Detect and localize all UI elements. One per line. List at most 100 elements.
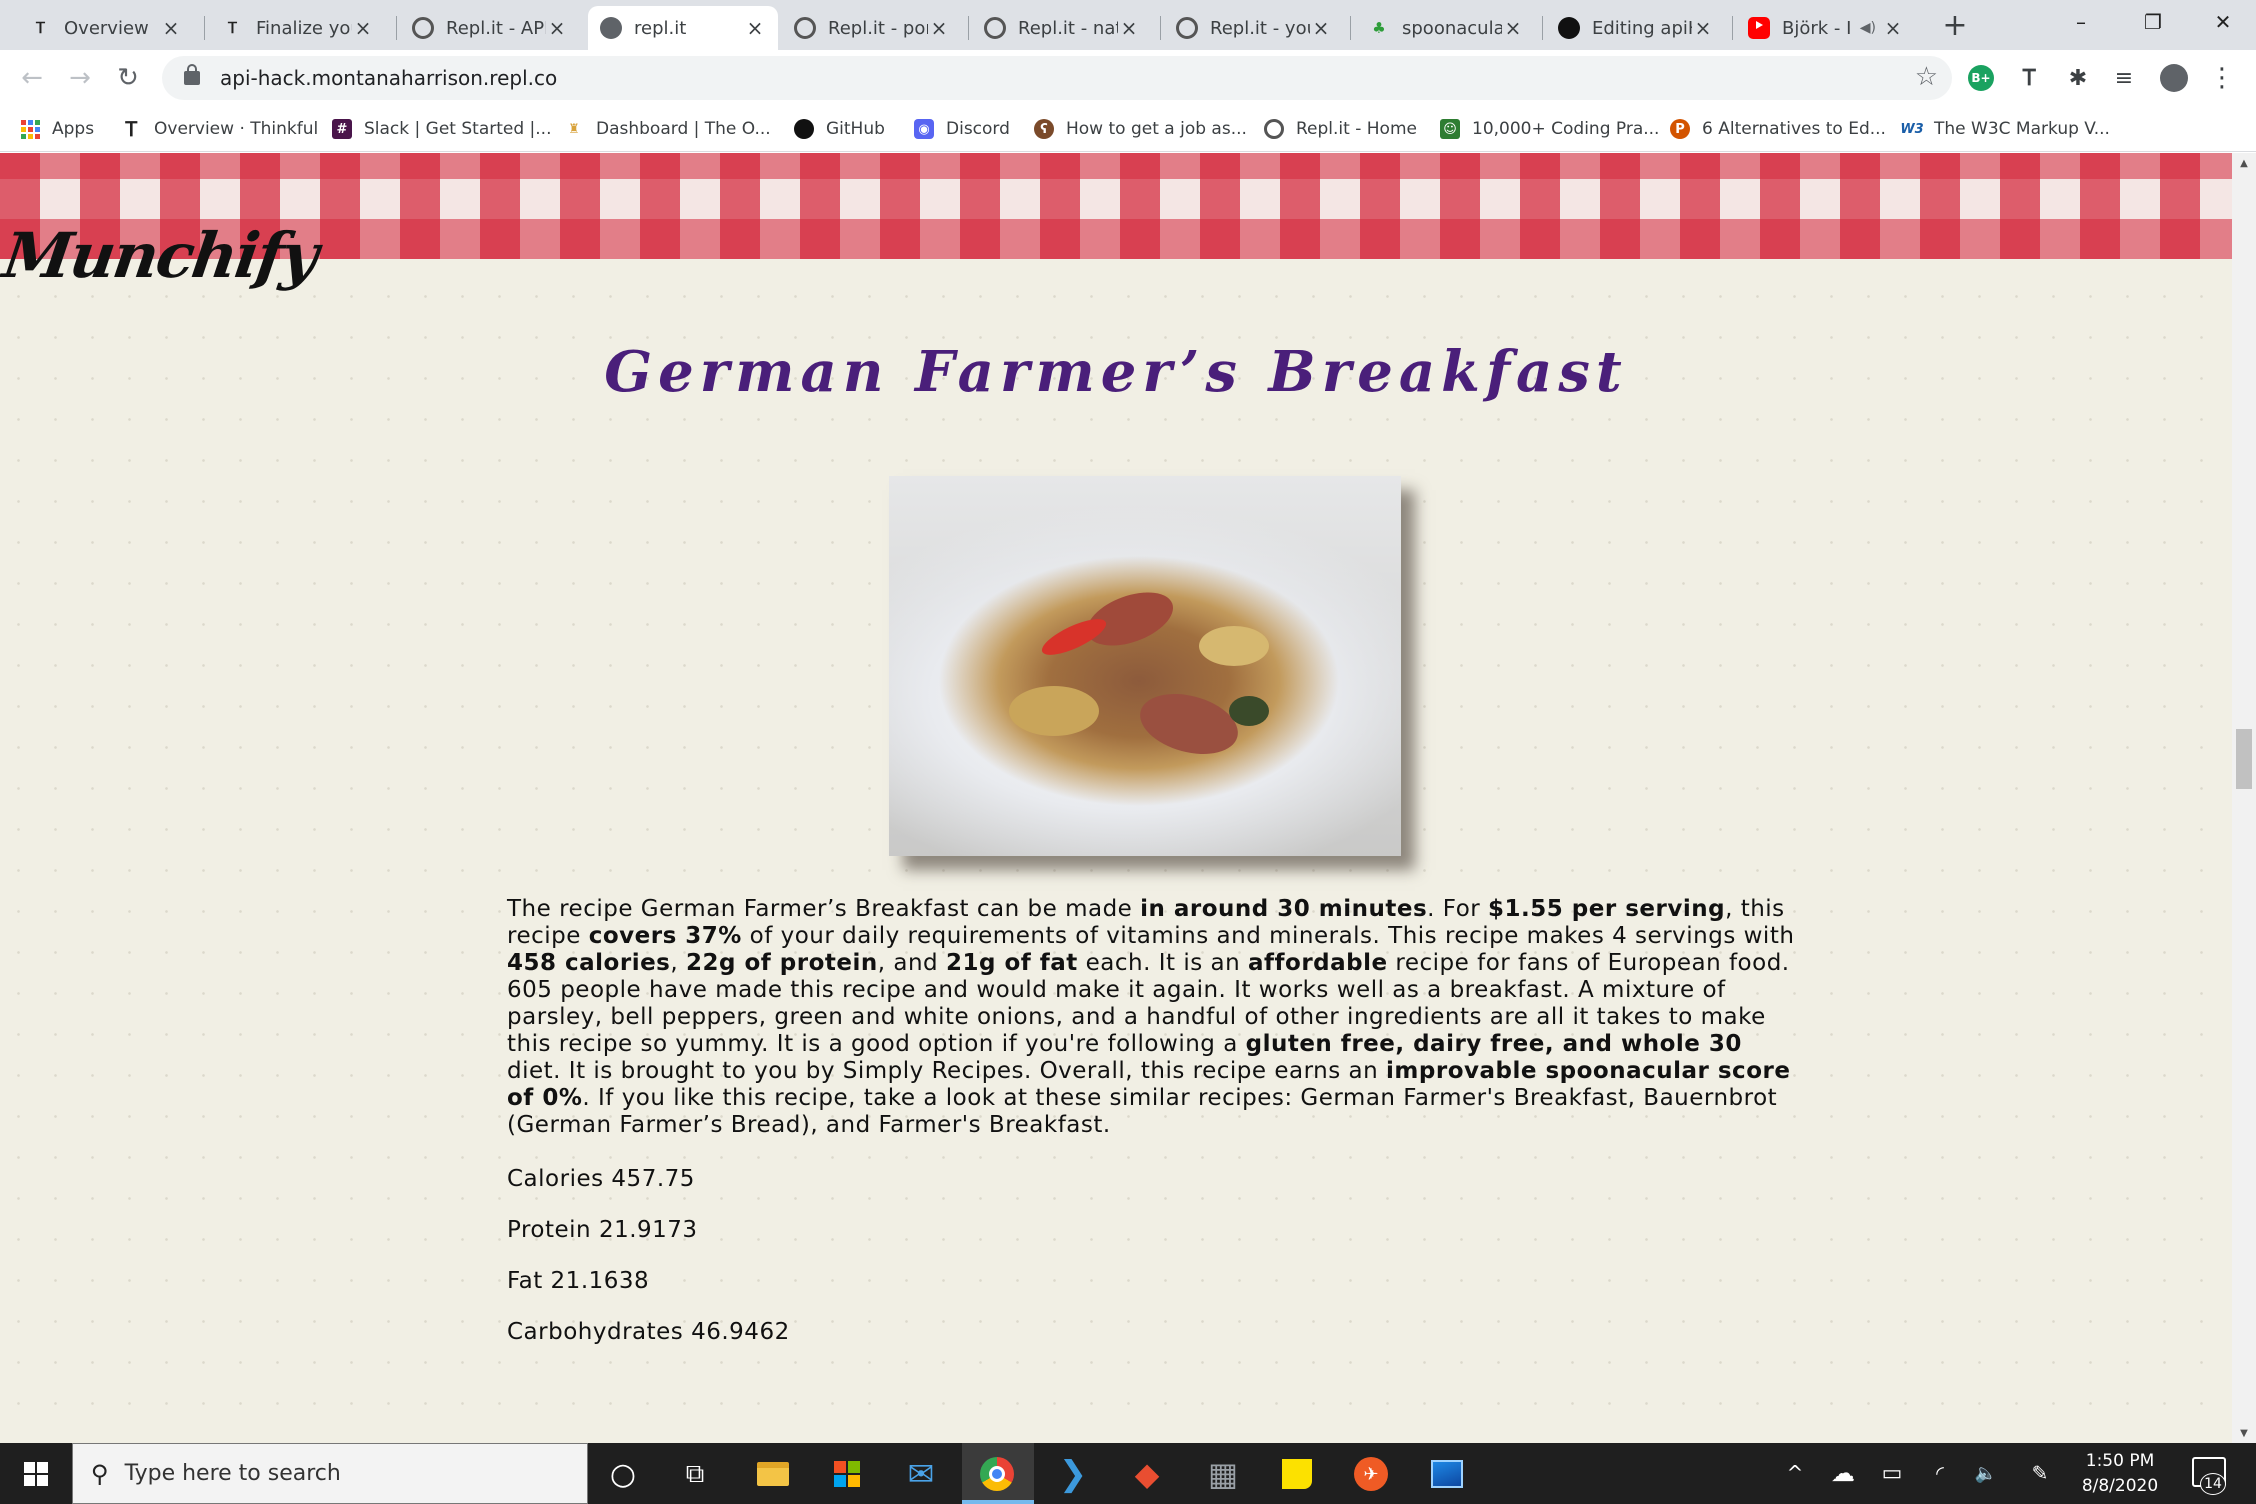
- vscode-icon[interactable]: ❯: [1052, 1453, 1094, 1495]
- browser-tab-active[interactable]: repl.it ×: [588, 6, 778, 50]
- bookmark-apps[interactable]: Apps: [20, 114, 94, 144]
- bookmark-w3c[interactable]: W3 The W3C Markup V...: [1900, 114, 2110, 144]
- bplus-extension-icon[interactable]: B+: [1968, 65, 1994, 91]
- tab-separator: [1350, 16, 1351, 40]
- speaker-muted-icon[interactable]: ◀): [1860, 20, 1876, 36]
- tab-separator: [968, 16, 969, 40]
- browser-tab[interactable]: Repl.it - you ×: [1164, 6, 1344, 50]
- bookmark-star-icon[interactable]: ☆: [1915, 62, 1938, 92]
- close-tab-icon[interactable]: ×: [1882, 16, 1904, 40]
- photos-icon[interactable]: [1426, 1453, 1468, 1495]
- bookmark-github[interactable]: GitHub: [794, 114, 885, 144]
- minimize-button[interactable]: –: [2048, 0, 2114, 44]
- bookmark-odin[interactable]: ♜ Dashboard | The O...: [564, 114, 771, 144]
- close-tab-icon[interactable]: ×: [1692, 16, 1714, 40]
- browser-tab[interactable]: Repl.it - API ×: [400, 6, 580, 50]
- close-tab-icon[interactable]: ×: [352, 16, 374, 40]
- restore-button[interactable]: ❐: [2120, 0, 2186, 44]
- site-logo[interactable]: Munchify: [0, 219, 321, 292]
- bookmark-label: Overview · Thinkful: [154, 119, 319, 139]
- bear-icon: ʕ: [1034, 119, 1054, 139]
- bookmark-discord[interactable]: ◉ Discord: [914, 114, 1010, 144]
- page-scrollbar[interactable]: ▲ ▼: [2232, 153, 2256, 1443]
- recipe-summary: The recipe German Farmer’s Breakfast can…: [507, 896, 1797, 1139]
- onedrive-icon[interactable]: ☁: [1826, 1457, 1860, 1489]
- thinkful-icon: Ꭲ: [228, 19, 238, 37]
- clock-time: 1:50 PM: [2085, 1451, 2155, 1471]
- lock-icon[interactable]: [184, 64, 200, 85]
- close-tab-icon[interactable]: ×: [160, 16, 182, 40]
- reading-list-icon[interactable]: ≡: [2108, 62, 2140, 94]
- browser-tab[interactable]: Editing apiH ×: [1546, 6, 1726, 50]
- microsoft-store-icon[interactable]: [826, 1453, 868, 1495]
- scroll-thumb[interactable]: [2236, 729, 2252, 789]
- chrome-icon[interactable]: [976, 1453, 1018, 1495]
- w3c-icon: W3: [1900, 121, 1924, 137]
- bookmark-replit[interactable]: Repl.it - Home: [1264, 114, 1417, 144]
- scroll-down-arrow-icon[interactable]: ▼: [2232, 1423, 2256, 1443]
- scroll-up-arrow-icon[interactable]: ▲: [2232, 153, 2256, 173]
- show-hidden-icons-icon[interactable]: ^: [1780, 1457, 1810, 1489]
- forward-button[interactable]: →: [62, 60, 98, 96]
- start-button[interactable]: [0, 1443, 72, 1504]
- bookmark-slack[interactable]: # Slack | Get Started |...: [332, 114, 551, 144]
- close-tab-icon[interactable]: ×: [928, 16, 950, 40]
- summary-text: . For: [1427, 896, 1489, 922]
- taskbar-search-box[interactable]: ⚲ Type here to search: [72, 1443, 588, 1504]
- bookmark-label: Dashboard | The O...: [596, 119, 771, 139]
- clock-date: 8/8/2020: [2081, 1476, 2159, 1496]
- tab-title: Editing apiH: [1592, 17, 1692, 39]
- cortana-icon[interactable]: ○: [602, 1453, 644, 1495]
- thinkful-extension-icon[interactable]: Ꭲ: [2014, 62, 2046, 94]
- close-tab-icon[interactable]: ×: [1502, 16, 1524, 40]
- menu-kebab-icon[interactable]: ⋮: [2206, 62, 2238, 94]
- browser-tab[interactable]: ♣ spoonacular ×: [1356, 6, 1536, 50]
- spoonacular-icon: ♣: [1372, 19, 1386, 37]
- bookmark-coding[interactable]: ☺ 10,000+ Coding Pra...: [1440, 114, 1659, 144]
- summary-text: of your daily requirements of vitamins a…: [741, 923, 1795, 949]
- close-tab-icon[interactable]: ×: [744, 16, 766, 40]
- close-window-button[interactable]: ✕: [2190, 0, 2256, 44]
- close-tab-icon[interactable]: ×: [546, 16, 568, 40]
- task-view-icon[interactable]: ⧉: [674, 1453, 716, 1495]
- tab-separator: [204, 16, 205, 40]
- browser-tab[interactable]: Repl.it - nat ×: [972, 6, 1152, 50]
- sticky-notes-icon[interactable]: [1276, 1453, 1318, 1495]
- nutrition-value: 457.75: [611, 1166, 695, 1192]
- bookmark-job[interactable]: ʕ How to get a job as...: [1034, 114, 1247, 144]
- gingham-banner: [0, 153, 2232, 259]
- close-tab-icon[interactable]: ×: [1118, 16, 1140, 40]
- battery-icon[interactable]: ▭: [1876, 1457, 1908, 1489]
- bookmark-alternatives[interactable]: P 6 Alternatives to Ed...: [1670, 114, 1886, 144]
- bookmark-thinkful[interactable]: Ꭲ Overview · Thinkful: [122, 114, 318, 144]
- back-button[interactable]: ←: [14, 60, 50, 96]
- browser-tab[interactable]: Repl.it - por ×: [782, 6, 962, 50]
- new-tab-button[interactable]: +: [1938, 8, 1972, 43]
- food-detail: [1133, 684, 1245, 764]
- address-bar[interactable]: api-hack.montanaharrison.repl.co ☆: [162, 56, 1952, 100]
- browser-tab[interactable]: Ꭲ Finalize you ×: [210, 6, 386, 50]
- reload-button[interactable]: ↻: [110, 60, 146, 96]
- url-text[interactable]: api-hack.montanaharrison.repl.co: [220, 66, 557, 90]
- bookmark-label: Discord: [946, 119, 1010, 139]
- volume-icon[interactable]: 🔈: [1970, 1457, 2002, 1489]
- browser-tab[interactable]: Björk - I ◀) ×: [1736, 6, 1916, 50]
- puzzle-extensions-icon[interactable]: ✱: [2062, 62, 2094, 94]
- mail-icon[interactable]: ✉: [900, 1453, 942, 1495]
- close-tab-icon[interactable]: ×: [1310, 16, 1332, 40]
- tab-title: Repl.it - you: [1210, 17, 1310, 39]
- tab-title: Repl.it - nat: [1018, 17, 1118, 39]
- tab-title: Repl.it - por: [828, 17, 928, 39]
- wifi-icon[interactable]: ◜: [1924, 1457, 1956, 1489]
- postman-icon[interactable]: ✈: [1350, 1453, 1392, 1495]
- bookmark-label: 10,000+ Coding Pra...: [1472, 119, 1660, 139]
- profile-avatar-icon[interactable]: [2160, 64, 2188, 92]
- git-icon[interactable]: ◆: [1126, 1453, 1168, 1495]
- calculator-icon[interactable]: ▦: [1202, 1453, 1244, 1495]
- thinkful-icon: Ꭲ: [36, 19, 46, 37]
- system-clock[interactable]: 1:50 PM 8/8/2020: [2070, 1449, 2170, 1499]
- bookmark-label: Slack | Get Started |...: [364, 119, 552, 139]
- file-explorer-icon[interactable]: [752, 1453, 794, 1495]
- browser-tab[interactable]: Ꭲ Overview ×: [18, 6, 194, 50]
- pen-icon[interactable]: ✎: [2024, 1457, 2056, 1489]
